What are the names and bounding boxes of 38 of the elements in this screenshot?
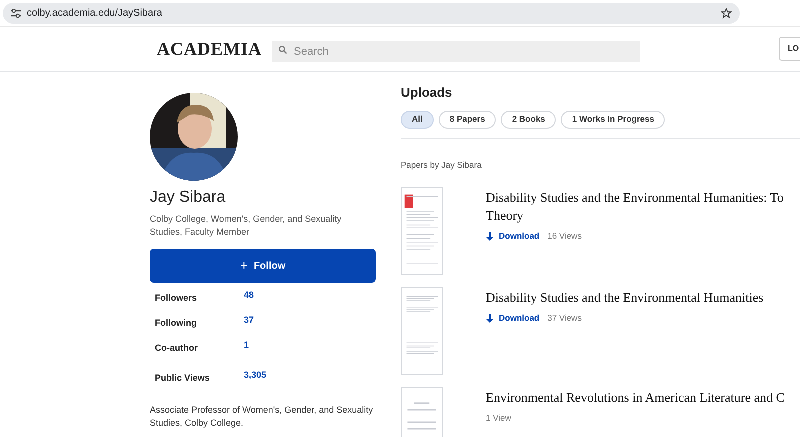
views-count: 37 Views [548,312,582,325]
stat-label: Following [155,317,198,330]
stat-label: Followers [155,292,198,305]
stat-label: Public Views [155,372,211,385]
section-heading: Uploads [401,84,454,102]
login-button[interactable]: LO [779,37,800,61]
url-text: colby.academia.edu/JaySibara [27,7,162,21]
address-bar[interactable]: colby.academia.edu/JaySibara [3,3,740,24]
affiliation-text: Colby College, Women's, Gender, and Sexuality Studies, Faculty Member [150,213,343,239]
paper-title[interactable]: Disability Studies and the Environmental Humanities: To Theory [486,189,784,226]
download-link[interactable]: Download [486,230,540,243]
document-thumbnail[interactable] [401,187,443,276]
papers-heading: Papers by Jay Sibara [401,158,483,172]
stat-value[interactable]: 37 [244,314,254,328]
stat-value[interactable]: 48 [244,289,254,302]
views-count: 1 View [486,412,512,425]
site-logo[interactable]: ACADEMIA [157,36,262,62]
download-icon [486,314,494,324]
profile-name: Jay Sibara [150,188,227,208]
filter-tab[interactable]: 2 Books [501,110,556,128]
download-icon [486,232,494,242]
stat-value[interactable]: 1 [244,339,250,352]
paper-title[interactable]: Environmental Revolutions in American Literature and C [486,389,785,408]
stat-label: Co-author [155,342,199,355]
document-thumbnail[interactable] [401,287,443,376]
filter-tab[interactable]: 1 Works In Progress [561,110,666,128]
follow-button[interactable]: + Follow [150,249,376,283]
bio-text: Associate Professor of Women's, Gender, and Sexuality Studies, Colby College. [150,404,374,430]
views-count: 16 Views [548,230,582,243]
search-icon [278,44,288,54]
paper-title[interactable]: Disability Studies and the Environmental Humanities [486,289,764,308]
tune-icon[interactable] [11,9,21,18]
filter-tab[interactable]: All [401,110,434,128]
star-icon[interactable] [721,8,732,19]
download-link[interactable]: Download [486,312,540,325]
search-field[interactable]: Search [272,41,640,62]
filter-tab[interactable]: 8 Papers [438,110,496,128]
stat-value[interactable]: 3,305 [244,369,267,382]
